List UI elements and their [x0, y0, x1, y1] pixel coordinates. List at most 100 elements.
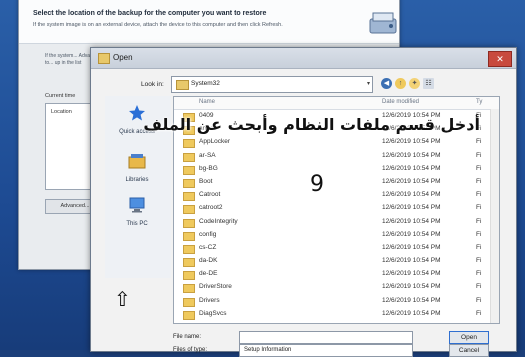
step-number: 9 — [310, 172, 324, 197]
view-menu-icon[interactable]: ☷ — [423, 78, 434, 89]
file-list-header: Name Date modified Ty — [174, 97, 499, 110]
folder-icon — [183, 271, 195, 281]
cancel-button[interactable]: Cancel — [449, 344, 489, 357]
file-type: Fi — [476, 283, 482, 291]
file-name: bg-BG — [199, 164, 218, 172]
file-name: AppLocker — [199, 138, 231, 146]
file-date: 12/6/2019 10:54 PM — [382, 257, 441, 265]
file-type: Fi — [476, 257, 482, 265]
back-icon[interactable]: ◀ — [381, 78, 392, 89]
file-name: ar-SA — [199, 151, 216, 159]
folder-icon — [183, 244, 195, 254]
file-type: Fi — [476, 243, 482, 251]
file-type: Fi — [476, 151, 482, 159]
up-folder-icon[interactable]: ↑ — [395, 78, 406, 89]
file-date: 12/6/2019 10:54 PM — [382, 309, 441, 317]
vertical-scrollbar[interactable] — [490, 109, 499, 323]
new-folder-icon[interactable]: ✦ — [409, 78, 420, 89]
file-name: Boot — [199, 177, 213, 185]
file-date: 12/6/2019 10:54 PM — [382, 164, 441, 172]
file-row[interactable]: de-DE 12/6/2019 10:54 PM Fi — [174, 268, 499, 281]
place-libraries[interactable]: Libraries — [107, 152, 167, 183]
folder-icon — [183, 165, 195, 175]
file-row[interactable]: DiagSvcs 12/6/2019 10:54 PM Fi — [174, 308, 499, 321]
file-name: de-DE — [199, 270, 218, 278]
current-time-label: Current time — [45, 93, 76, 99]
file-type: Fi — [476, 177, 482, 185]
folder-icon — [183, 192, 195, 202]
file-row[interactable]: bg-BG 12/6/2019 10:54 PM Fi — [174, 163, 499, 176]
file-name: DriverStore — [199, 283, 232, 291]
wizard-heading: Select the location of the backup for th… — [33, 10, 267, 17]
place-this-pc[interactable]: This PC — [107, 196, 167, 227]
open-button[interactable]: Open — [449, 331, 489, 344]
file-date: 12/6/2019 10:54 PM — [382, 230, 441, 238]
file-date: 12/6/2019 10:54 PM — [382, 204, 441, 212]
file-row[interactable]: da-DK 12/6/2019 10:54 PM Fi — [174, 255, 499, 268]
file-type: Fi — [476, 164, 482, 172]
column-date[interactable]: Date modified — [382, 99, 419, 105]
file-row[interactable]: Boot 12/6/2019 10:54 PM Fi — [174, 176, 499, 189]
file-row[interactable]: CodeIntegrity 12/6/2019 10:54 PM Fi — [174, 216, 499, 229]
location-header: Location — [51, 109, 72, 115]
file-name: catroot2 — [199, 204, 223, 212]
file-type: Fi — [476, 270, 482, 278]
folder-icon — [183, 139, 195, 149]
file-type: Fi — [476, 309, 482, 317]
file-date: 12/6/2019 10:54 PM — [382, 217, 441, 225]
wizard-header: Select the location of the backup for th… — [19, 0, 399, 44]
file-type: Fi — [476, 230, 482, 238]
file-date: 12/6/2019 10:54 PM — [382, 191, 441, 199]
file-date: 12/6/2019 10:54 PM — [382, 138, 441, 146]
file-row[interactable]: DriverStore 12/6/2019 10:54 PM Fi — [174, 281, 499, 294]
open-file-dialog: Open ✕ Look in: System32 ▾ ◀ ↑ ✦ ☷ Quick… — [90, 47, 517, 357]
file-type: Fi — [476, 217, 482, 225]
file-row[interactable]: cs-CZ 12/6/2019 10:54 PM Fi — [174, 242, 499, 255]
file-row[interactable]: Catroot 12/6/2019 10:54 PM Fi — [174, 189, 499, 202]
backup-disk-icon — [369, 12, 397, 34]
file-date: 12/6/2019 10:54 PM — [382, 296, 441, 304]
file-type: Fi — [476, 191, 482, 199]
file-name: config — [199, 230, 217, 238]
file-type: Fi — [476, 204, 482, 212]
file-name: CodeIntegrity — [199, 217, 238, 225]
file-name-input[interactable] — [239, 331, 413, 344]
file-row[interactable]: config 12/6/2019 10:54 PM Fi — [174, 229, 499, 242]
look-in-dropdown[interactable]: System32 ▾ — [171, 76, 373, 93]
navigation-toolbar: ◀ ↑ ✦ ☷ — [381, 78, 441, 90]
look-in-label: Look in: — [141, 81, 164, 88]
file-row[interactable]: ar-SA 12/6/2019 10:54 PM Fi — [174, 150, 499, 163]
folder-icon — [183, 310, 195, 320]
up-arrow-icon: ⇧ — [114, 289, 131, 311]
file-date: 12/6/2019 10:54 PM — [382, 243, 441, 251]
file-type-value: Setup Information — [244, 347, 292, 353]
file-type: Fi — [476, 296, 482, 304]
dialog-titlebar[interactable]: Open ✕ — [91, 48, 516, 69]
dialog-title: Open — [113, 53, 133, 62]
close-button[interactable]: ✕ — [488, 51, 512, 67]
folder-icon — [183, 258, 195, 268]
folder-icon — [183, 178, 195, 188]
column-type[interactable]: Ty — [476, 99, 482, 105]
file-row[interactable]: AppLocker 12/6/2019 10:54 PM Fi — [174, 136, 499, 149]
file-date: 12/6/2019 10:54 PM — [382, 270, 441, 278]
file-date: 12/6/2019 10:54 PM — [382, 283, 441, 291]
folder-icon — [183, 297, 195, 307]
file-name: DiagSvcs — [199, 309, 227, 317]
file-type-select[interactable]: Setup Information — [239, 344, 413, 357]
file-date: 12/6/2019 10:54 PM — [382, 177, 441, 185]
file-row[interactable]: Drivers 12/6/2019 10:54 PM Fi — [174, 295, 499, 308]
chevron-down-icon: ▾ — [366, 81, 370, 87]
place-label: Libraries — [125, 177, 149, 183]
file-name: da-DK — [199, 257, 218, 265]
file-type-label: Files of type: — [173, 347, 208, 353]
look-in-value: System32 — [191, 80, 220, 87]
column-name[interactable]: Name — [199, 99, 215, 105]
file-row[interactable]: catroot2 12/6/2019 10:54 PM Fi — [174, 202, 499, 215]
computer-icon — [129, 197, 145, 213]
place-label: This PC — [126, 221, 148, 227]
file-rows: 0409 12/6/2019 10:54 PM Fi am-et 12/6/2019 1… — [174, 110, 499, 321]
folder-icon — [183, 218, 195, 228]
folder-icon — [183, 205, 195, 215]
libraries-icon — [128, 154, 146, 169]
